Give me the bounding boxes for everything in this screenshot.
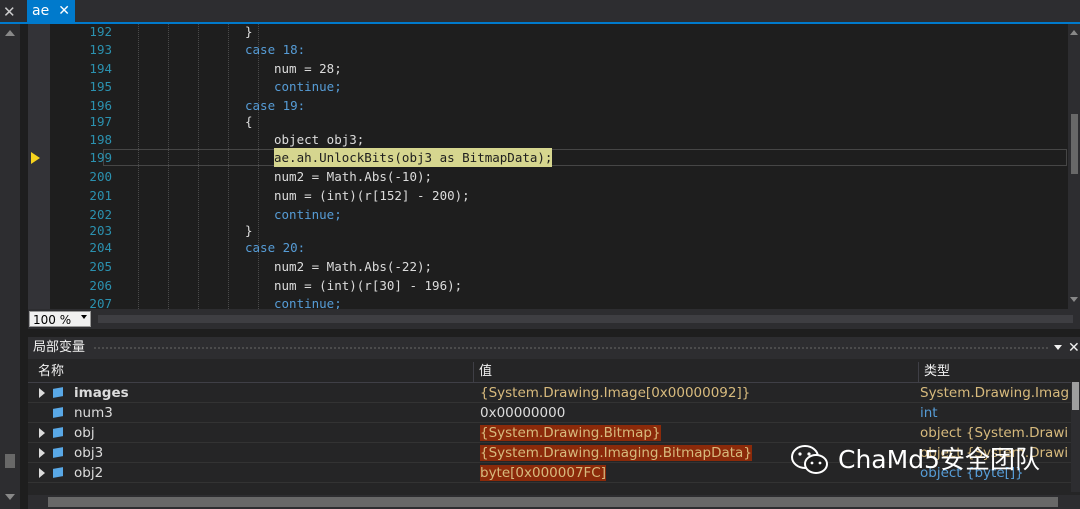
tab-ae[interactable]: ae ✕: [27, 0, 75, 22]
line-number: 207: [89, 296, 112, 309]
line-number: 204: [89, 240, 112, 255]
line-number: 197: [89, 114, 112, 129]
changed-value: {System.Drawing.Bitmap}: [480, 425, 661, 441]
locals-window: 局部变量 ✕ 名称 值 类型 images {System.Drawing.Im…: [28, 337, 1080, 509]
field-icon: [53, 407, 63, 418]
panel-title: 局部变量: [33, 340, 86, 355]
code-text: case 20:: [245, 240, 306, 255]
code-text: object obj3;: [274, 132, 365, 147]
scroll-thumb[interactable]: [5, 454, 15, 468]
code-line: 195 continue;: [50, 77, 1068, 96]
locals-vertical-scrollbar[interactable]: [1071, 382, 1080, 492]
scroll-thumb[interactable]: [1072, 382, 1079, 410]
code-line: 200 num2 = Math.Abs(-10);: [50, 167, 1068, 186]
code-line: 197 {: [50, 112, 1068, 131]
code-editor[interactable]: 192} 193 case 18: 194 num = 28; 195 continu…: [28, 24, 1068, 309]
field-icon: [53, 427, 63, 438]
line-number: 198: [89, 132, 112, 147]
variable-type: System.Drawing.Image[]: [920, 385, 1068, 401]
line-number: 193: [89, 42, 112, 57]
code-line: 193 case 18:: [50, 40, 1068, 59]
zoom-value: 100 %: [33, 313, 72, 327]
variable-value[interactable]: 0x00000000: [478, 403, 918, 423]
grip-dots: [93, 346, 1050, 350]
tab-close-icon[interactable]: ✕: [58, 0, 70, 22]
line-number: 205: [89, 259, 112, 274]
variable-type: int: [920, 405, 938, 421]
code-text: }: [245, 24, 253, 39]
column-header-type[interactable]: 类型: [918, 362, 1073, 382]
scroll-up-icon[interactable]: [5, 30, 15, 36]
scroll-up-icon[interactable]: [1070, 30, 1078, 35]
chevron-down-icon[interactable]: [81, 315, 87, 319]
tab-label: ae: [32, 3, 50, 19]
current-statement-highlight: ae.ah.UnlockBits(obj3 as BitmapData);: [274, 148, 553, 167]
variable-value[interactable]: {System.Drawing.Image[0x00000092]}: [478, 383, 918, 403]
column-header-name[interactable]: 名称: [33, 362, 473, 382]
scroll-thumb[interactable]: [1071, 114, 1078, 174]
variable-name: obj2: [74, 465, 104, 481]
line-number: 200: [89, 169, 112, 184]
line-number: 195: [89, 79, 112, 94]
variable-name: obj3: [74, 445, 104, 461]
code-text: continue;: [274, 296, 342, 309]
close-icon[interactable]: ✕: [3, 3, 16, 21]
current-statement-arrow-icon: [31, 152, 40, 164]
expand-arrow-icon[interactable]: [39, 448, 45, 458]
code-text: num = 28;: [274, 61, 342, 76]
code-text: num = (int)(r[30] - 196);: [274, 278, 463, 293]
table-row[interactable]: num3 0x00000000 int: [28, 403, 1080, 423]
field-icon: [53, 387, 63, 398]
editor-horizontal-scrollbar[interactable]: [98, 315, 1073, 323]
expand-arrow-icon[interactable]: [39, 468, 45, 478]
code-line: 204 case 20:: [50, 238, 1068, 257]
code-line: 205 num2 = Math.Abs(-22);: [50, 257, 1068, 276]
locals-title-bar[interactable]: 局部变量 ✕: [28, 337, 1080, 359]
table-row[interactable]: images {System.Drawing.Image[0x00000092]…: [28, 383, 1080, 403]
code-text: num = (int)(r[152] - 200);: [274, 188, 470, 203]
wechat-logo-icon: [791, 445, 828, 474]
scroll-thumb[interactable]: [48, 497, 1058, 507]
code-line: 201 num = (int)(r[152] - 200);: [50, 186, 1068, 205]
line-number: 194: [89, 61, 112, 76]
field-icon: [53, 447, 63, 458]
code-text: {: [245, 114, 253, 129]
document-tab-bar: ✕ ae ✕: [0, 0, 1080, 24]
line-number: 192: [89, 24, 112, 39]
changed-value: {System.Drawing.Imaging.BitmapData}: [480, 445, 752, 461]
scroll-down-icon[interactable]: [1070, 297, 1078, 302]
line-number: 206: [89, 278, 112, 293]
field-icon: [53, 467, 63, 478]
code-text: num2 = Math.Abs(-22);: [274, 259, 433, 274]
code-line: 192}: [50, 24, 1068, 41]
scroll-down-icon[interactable]: [5, 494, 15, 500]
editor-vertical-scrollbar[interactable]: [1068, 24, 1080, 309]
expand-arrow-icon[interactable]: [39, 428, 45, 438]
close-icon[interactable]: ✕: [1068, 337, 1080, 359]
glyph-margin[interactable]: [28, 24, 50, 309]
watermark-text: ChaMd5安全团队: [838, 445, 1040, 474]
line-number: 199: [89, 150, 112, 165]
locals-horizontal-scrollbar[interactable]: [28, 495, 1080, 509]
changed-value: byte[0x000007FC]: [480, 465, 606, 481]
zoom-dropdown[interactable]: 100 %: [29, 311, 91, 327]
code-text: case 18:: [245, 42, 306, 57]
variable-name: obj: [74, 425, 95, 441]
variable-name: images: [74, 385, 129, 401]
locals-header: 名称 值 类型: [28, 362, 1080, 383]
left-scrollbar[interactable]: [0, 24, 20, 509]
code-text: num2 = Math.Abs(-10);: [274, 169, 433, 184]
editor-status-bar: 100 %: [28, 309, 1080, 329]
expand-arrow-icon[interactable]: [39, 388, 45, 398]
code-line-current: 199 ae.ah.UnlockBits(obj3 as BitmapData);: [50, 148, 1068, 167]
column-header-value[interactable]: 值: [473, 362, 918, 382]
code-text: continue;: [274, 79, 342, 94]
code-line: 207 continue;: [50, 294, 1068, 309]
variable-name: num3: [74, 405, 113, 421]
code-line: 198 object obj3;: [50, 130, 1068, 149]
code-line: 194 num = 28;: [50, 59, 1068, 78]
code-line: 206 num = (int)(r[30] - 196);: [50, 276, 1068, 295]
chevron-down-icon[interactable]: [1054, 345, 1062, 350]
line-number: 201: [89, 188, 112, 203]
